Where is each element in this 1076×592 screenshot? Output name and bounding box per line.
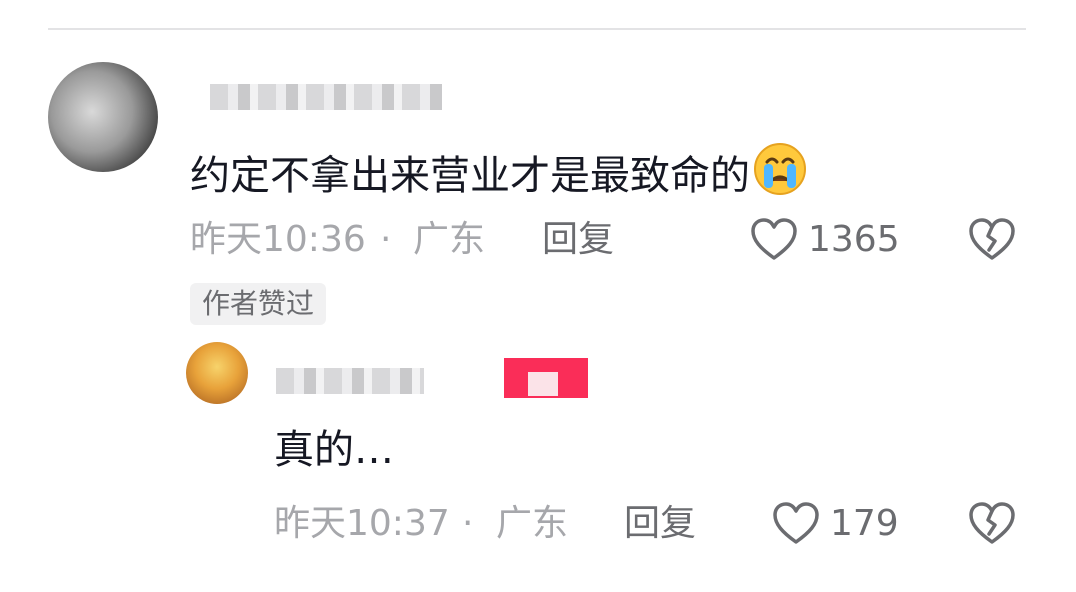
reply-meta-separator: · (462, 503, 474, 544)
meta-separator: · (380, 219, 392, 260)
commenter-avatar[interactable] (48, 62, 158, 172)
broken-heart-icon[interactable] (968, 502, 1016, 546)
commenter-username-censored[interactable] (210, 84, 442, 110)
reply-text: 真的… (274, 427, 394, 473)
comment-time: 昨天10:36 (190, 219, 366, 260)
heart-outline-icon[interactable] (772, 502, 820, 546)
reply-button[interactable]: 回复 (542, 222, 614, 258)
like-count: 1365 (808, 219, 900, 260)
reply-like-count: 179 (830, 503, 899, 544)
crying-face-icon (754, 143, 806, 195)
comment-body: 约定不拿出来营业才是最致命的 (190, 153, 750, 199)
broken-heart-icon[interactable] (968, 218, 1016, 262)
comment-location: 广东 (413, 219, 486, 260)
author-liked-badge: 作者赞过 (190, 283, 327, 325)
heart-outline-icon[interactable] (750, 218, 798, 262)
reply-location: 广东 (496, 503, 569, 544)
reply-time: 昨天10:37 (274, 503, 450, 544)
reply-reply-button[interactable]: 回复 (624, 506, 696, 542)
comment-text: 约定不拿出来营业才是最致命的 (190, 141, 808, 197)
top-divider (48, 28, 1026, 30)
replier-avatar[interactable] (186, 342, 248, 404)
replier-username-censored[interactable] (276, 368, 424, 394)
replier-tag-censored (504, 358, 588, 398)
